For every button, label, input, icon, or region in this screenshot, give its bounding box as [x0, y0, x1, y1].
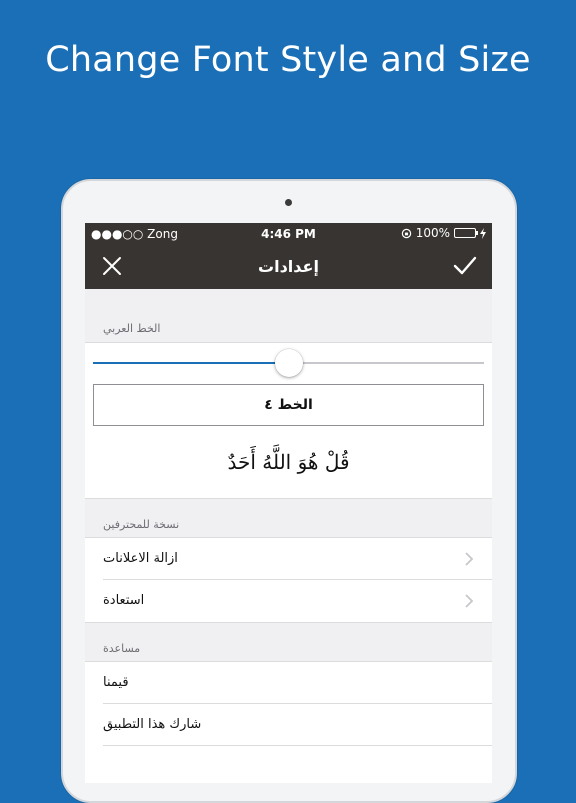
- slider-track[interactable]: [93, 349, 484, 377]
- pro-group: ازالة الاعلانات استعادة: [85, 537, 492, 623]
- tablet-frame: ●●●○○ Zong 4:46 PM 100% إعدادات الخط الع…: [61, 179, 517, 803]
- font-style-label: الخط ٤: [264, 397, 313, 413]
- status-bar: ●●●○○ Zong 4:46 PM 100%: [85, 223, 492, 245]
- status-right: 100%: [401, 226, 486, 240]
- arabic-font-group: الخط ٤ قُلْ هُوَ اللَّهُ أَحَدٌ: [85, 342, 492, 499]
- page-title: إعدادات: [258, 257, 319, 276]
- list-item[interactable]: [85, 746, 492, 783]
- restore-row[interactable]: استعادة: [85, 580, 492, 622]
- font-size-slider[interactable]: [85, 343, 492, 384]
- app-screen: ●●●○○ Zong 4:46 PM 100% إعدادات الخط الع…: [85, 223, 492, 783]
- share-app-label: شارك هذا التطبيق: [103, 717, 202, 732]
- slider-fill: [93, 362, 289, 364]
- font-style-selector[interactable]: الخط ٤: [93, 384, 484, 426]
- checkmark-icon[interactable]: [452, 255, 478, 277]
- nav-bar: إعدادات: [85, 245, 492, 289]
- rate-us-row[interactable]: قيمنا: [85, 662, 492, 704]
- chevron-right-icon: [465, 594, 474, 608]
- headline: Change Font Style and Size: [45, 40, 531, 80]
- battery-icon: [454, 228, 478, 238]
- slider-thumb[interactable]: [274, 349, 303, 377]
- camera-dot: [285, 199, 292, 206]
- font-preview-text: قُلْ هُوَ اللَّهُ أَحَدٌ: [227, 450, 350, 474]
- section-header-pro: نسخة للمحترفين: [103, 518, 180, 531]
- remove-ads-label: ازالة الاعلانات: [103, 551, 178, 566]
- charging-icon: [480, 227, 486, 239]
- battery-percent: 100%: [415, 226, 450, 240]
- chevron-right-icon: [465, 552, 474, 566]
- restore-label: استعادة: [103, 593, 145, 608]
- section-header-help: مساعدة: [103, 642, 141, 655]
- remove-ads-row[interactable]: ازالة الاعلانات: [85, 538, 492, 580]
- section-header-arabic-font: الخط العربي: [103, 322, 161, 335]
- share-app-row[interactable]: شارك هذا التطبيق: [85, 704, 492, 746]
- help-group: قيمنا شارك هذا التطبيق: [85, 661, 492, 783]
- settings-list: الخط العربي الخط ٤ قُلْ هُوَ اللَّهُ أَح…: [85, 289, 492, 783]
- rate-us-label: قيمنا: [103, 675, 129, 690]
- rotation-lock-icon: [401, 228, 411, 238]
